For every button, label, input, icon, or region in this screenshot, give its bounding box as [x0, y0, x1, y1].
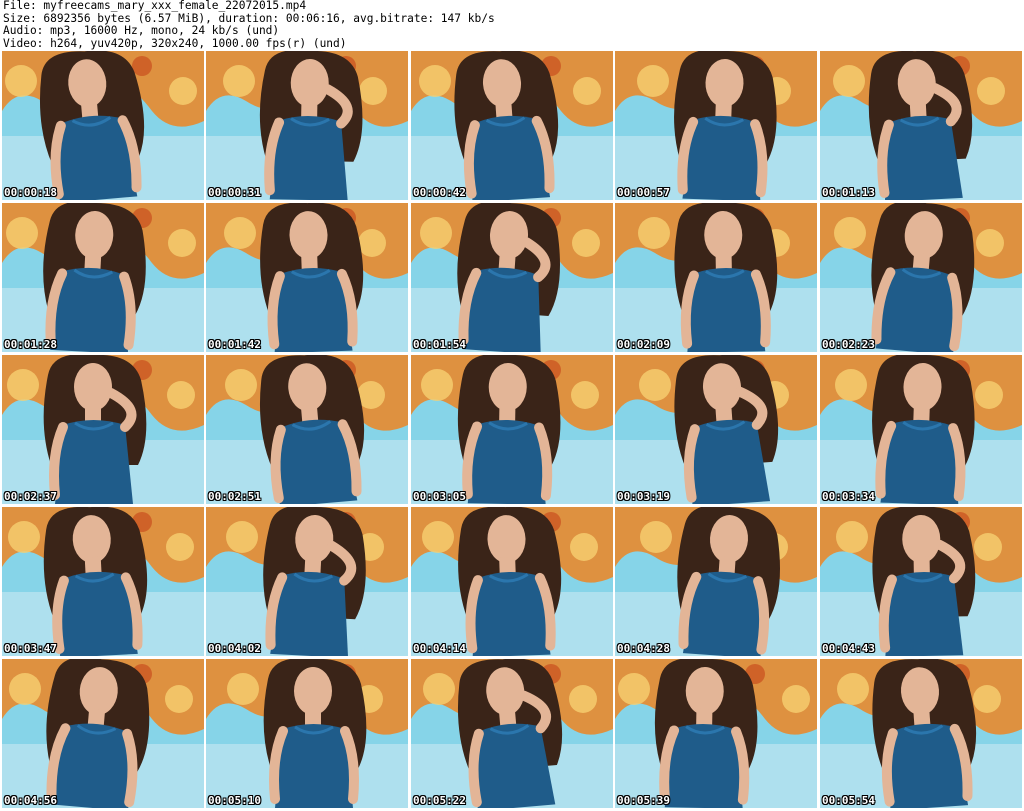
thumbnail-timestamp: 00:05:54: [822, 794, 875, 807]
thumbnail-timestamp: 00:01:13: [822, 186, 875, 199]
video-thumbnail[interactable]: 00:00:57: [615, 51, 817, 200]
thumbnail-timestamp: 00:04:28: [617, 642, 670, 655]
video-info-line: Video: h264, yuv420p, 320x240, 1000.00 f…: [3, 36, 347, 50]
video-frame-image: [206, 659, 408, 808]
video-thumbnail[interactable]: 00:04:28: [615, 507, 817, 656]
file-name-line: File: myfreecams_mary_xxx_female_2207201…: [3, 0, 307, 12]
thumbnail-timestamp: 00:00:18: [4, 186, 57, 199]
video-frame-image: [2, 203, 204, 352]
thumbnail-timestamp: 00:03:05: [413, 490, 466, 503]
thumbnail-timestamp: 00:03:19: [617, 490, 670, 503]
video-frame-image: [411, 507, 613, 656]
video-frame-image: [615, 659, 817, 808]
video-thumbnail[interactable]: 00:00:31: [206, 51, 408, 200]
video-frame-image: [615, 355, 817, 504]
audio-info-line: Audio: mp3, 16000 Hz, mono, 24 kb/s (und…: [3, 24, 280, 37]
video-frame-image: [2, 507, 204, 656]
video-frame-image: [820, 51, 1022, 200]
video-frame-image: [615, 203, 817, 352]
thumbnail-timestamp: 00:00:42: [413, 186, 466, 199]
video-frame-image: [820, 203, 1022, 352]
video-thumbnail[interactable]: 00:04:02: [206, 507, 408, 656]
thumbnail-timestamp: 00:01:28: [4, 338, 57, 351]
video-thumbnail[interactable]: 00:01:28: [2, 203, 204, 352]
thumbnail-timestamp: 00:00:31: [208, 186, 261, 199]
thumbnail-timestamp: 00:03:47: [4, 642, 57, 655]
video-thumbnail[interactable]: 00:05:10: [206, 659, 408, 808]
thumbnail-timestamp: 00:02:23: [822, 338, 875, 351]
video-frame-image: [820, 507, 1022, 656]
video-frame-image: [206, 355, 408, 504]
thumbnail-timestamp: 00:04:14: [413, 642, 466, 655]
video-thumbnail[interactable]: 00:00:42: [411, 51, 613, 200]
video-frame-image: [2, 51, 204, 200]
thumbnail-timestamp: 00:03:34: [822, 490, 875, 503]
thumbnail-timestamp: 00:00:57: [617, 186, 670, 199]
video-thumbnail[interactable]: 00:03:47: [2, 507, 204, 656]
video-frame-image: [411, 51, 613, 200]
video-frame-image: [2, 355, 204, 504]
thumbnail-timestamp: 00:02:51: [208, 490, 261, 503]
video-frame-image: [615, 507, 817, 656]
thumbnail-timestamp: 00:05:10: [208, 794, 261, 807]
thumbnail-timestamp: 00:02:09: [617, 338, 670, 351]
video-frame-image: [206, 203, 408, 352]
video-thumbnail[interactable]: 00:02:09: [615, 203, 817, 352]
video-thumbnail[interactable]: 00:02:23: [820, 203, 1022, 352]
video-frame-image: [411, 203, 613, 352]
video-frame-image: [411, 355, 613, 504]
video-frame-image: [411, 659, 613, 808]
video-frame-image: [820, 659, 1022, 808]
thumbnail-timestamp: 00:01:42: [208, 338, 261, 351]
video-frame-image: [820, 355, 1022, 504]
video-frame-image: [206, 507, 408, 656]
video-thumbnail[interactable]: 00:03:05: [411, 355, 613, 504]
video-thumbnail[interactable]: 00:02:37: [2, 355, 204, 504]
video-thumbnail[interactable]: 00:01:42: [206, 203, 408, 352]
video-thumbnail[interactable]: 00:05:39: [615, 659, 817, 808]
video-frame-image: [206, 51, 408, 200]
video-thumbnail[interactable]: 00:04:56: [2, 659, 204, 808]
video-thumbnail[interactable]: 00:01:13: [820, 51, 1022, 200]
thumbnail-timestamp: 00:05:39: [617, 794, 670, 807]
video-thumbnail[interactable]: 00:00:18: [2, 51, 204, 200]
video-frame-image: [615, 51, 817, 200]
video-thumbnail[interactable]: 00:05:22: [411, 659, 613, 808]
video-thumbnail[interactable]: 00:05:54: [820, 659, 1022, 808]
thumbnail-timestamp: 00:04:02: [208, 642, 261, 655]
thumbnail-timestamp: 00:04:56: [4, 794, 57, 807]
video-frame-image: [2, 659, 204, 808]
video-thumbnail[interactable]: 00:02:51: [206, 355, 408, 504]
thumbnail-timestamp: 00:02:37: [4, 490, 57, 503]
video-thumbnail[interactable]: 00:03:34: [820, 355, 1022, 504]
video-thumbnail[interactable]: 00:04:14: [411, 507, 613, 656]
thumbnail-timestamp: 00:04:43: [822, 642, 875, 655]
thumbnail-timestamp: 00:01:54: [413, 338, 466, 351]
video-thumbnail[interactable]: 00:03:19: [615, 355, 817, 504]
thumbnail-timestamp: 00:05:22: [413, 794, 466, 807]
video-thumbnail[interactable]: 00:01:54: [411, 203, 613, 352]
thumbnail-grid: 00:00:18 00:00:31 00:00:42 00:00:57 00:01:13…: [0, 51, 1024, 811]
file-info-header: File: myfreecams_mary_xxx_female_2207201…: [0, 0, 1024, 50]
video-thumbnail[interactable]: 00:04:43: [820, 507, 1022, 656]
